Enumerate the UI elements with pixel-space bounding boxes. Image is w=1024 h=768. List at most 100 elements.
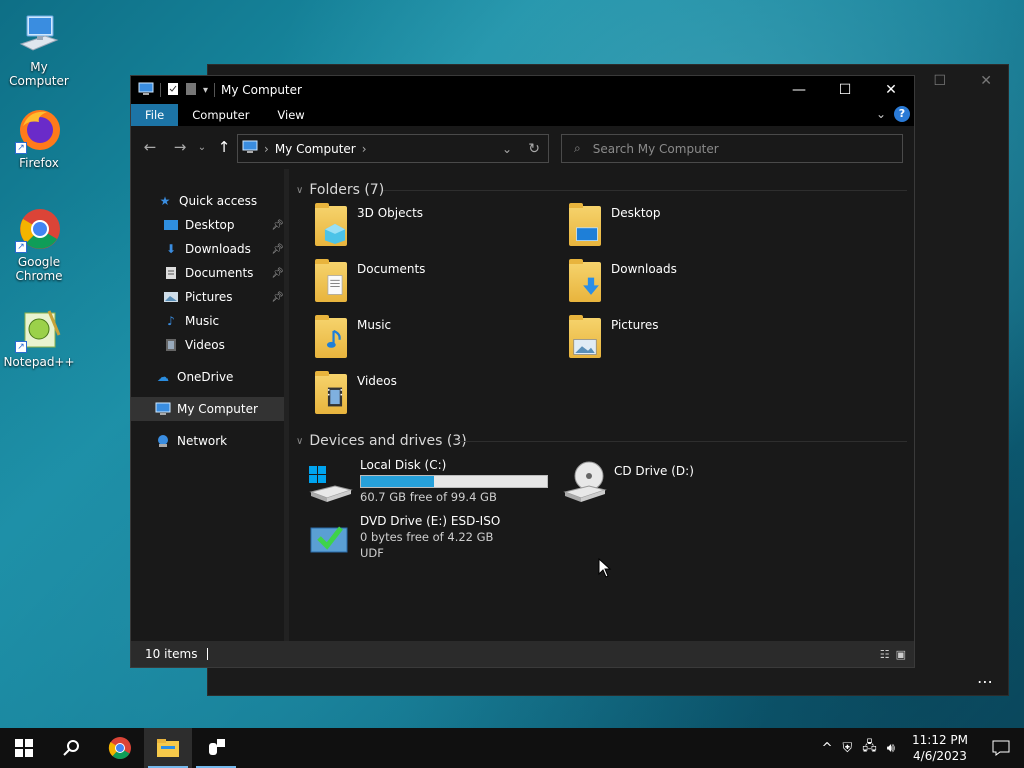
title-bar[interactable]: ▾ My Computer — ☐ ✕ bbox=[131, 76, 914, 104]
new-folder-icon[interactable] bbox=[185, 82, 197, 99]
chevron-down-icon: ∨ bbox=[296, 184, 304, 196]
document-icon bbox=[163, 265, 179, 281]
tab-file[interactable]: File bbox=[131, 104, 179, 126]
drive-usage-fill bbox=[361, 476, 434, 487]
sidebar-item-downloads[interactable]: ⬇ Downloads 📌︎ bbox=[131, 237, 288, 261]
back-arrow-icon[interactable]: ← bbox=[135, 138, 165, 156]
sidebar-item-videos[interactable]: Videos bbox=[131, 333, 288, 357]
voice-recorder-icon bbox=[209, 739, 225, 755]
chevron-right-icon[interactable]: › bbox=[264, 142, 269, 156]
search-icon: ⌕ bbox=[574, 141, 581, 155]
downloads-folder-icon bbox=[563, 258, 611, 306]
pin-icon[interactable]: 📌︎ bbox=[271, 268, 284, 279]
drive-dvd-e[interactable]: DVD Drive (E:) ESD-ISO 0 bytes free of 4… bbox=[307, 514, 500, 562]
expand-ribbon-icon[interactable]: ⌄ bbox=[876, 107, 886, 121]
taskbar-app[interactable] bbox=[192, 728, 240, 768]
sidebar-item-label: Documents bbox=[185, 266, 254, 280]
folder-videos[interactable]: Videos bbox=[309, 370, 397, 418]
group-header-label: Devices and drives (3) bbox=[309, 433, 467, 449]
desktop-icon-my-computer[interactable]: My Computer bbox=[1, 10, 77, 88]
sidebar-item-label: My Computer bbox=[177, 402, 258, 416]
drive-local-disk-c[interactable]: Local Disk (C:) 60.7 GB free of 99.4 GB bbox=[307, 458, 548, 506]
folder-label: Downloads bbox=[611, 262, 677, 276]
desktop-icon-firefox[interactable]: ↗ Firefox bbox=[1, 106, 77, 170]
security-icon[interactable]: ⛨ bbox=[843, 741, 853, 756]
folder-documents[interactable]: Documents bbox=[309, 258, 425, 306]
address-bar[interactable]: › My Computer › ⌄ ↻ bbox=[237, 134, 549, 163]
chevron-up-icon[interactable]: ^ bbox=[822, 741, 833, 756]
pictures-icon bbox=[163, 289, 179, 305]
details-view-icon[interactable]: ☷ bbox=[880, 648, 890, 661]
folder-pictures[interactable]: Pictures bbox=[563, 314, 659, 362]
sidebar-item-label: Downloads bbox=[185, 242, 251, 256]
notifications-button[interactable] bbox=[978, 728, 1024, 768]
search-icon bbox=[63, 740, 79, 756]
sidebar-item-music[interactable]: ♪ Music bbox=[131, 309, 288, 333]
folder-downloads[interactable]: Downloads bbox=[563, 258, 677, 306]
volume-icon[interactable]: 🔊︎ bbox=[887, 741, 895, 756]
sidebar-item-onedrive[interactable]: ☁ OneDrive bbox=[131, 365, 288, 389]
maximize-button[interactable]: ☐ bbox=[822, 76, 868, 104]
maximize-icon[interactable]: ☐ bbox=[933, 73, 946, 89]
taskbar-file-explorer[interactable] bbox=[144, 728, 192, 768]
sidebar-item-desktop[interactable]: Desktop 📌︎ bbox=[131, 213, 288, 237]
start-button[interactable] bbox=[0, 728, 48, 768]
sidebar-item-my-computer[interactable]: My Computer bbox=[131, 397, 284, 421]
maximize-icon: ☐ bbox=[838, 82, 852, 98]
folder-3d-objects[interactable]: 3D Objects bbox=[309, 202, 423, 250]
chrome-icon bbox=[108, 737, 131, 759]
taskbar-chrome[interactable] bbox=[96, 728, 144, 768]
sidebar-item-label: Network bbox=[177, 434, 228, 448]
chevron-right-icon[interactable]: › bbox=[362, 142, 367, 156]
sidebar-item-pictures[interactable]: Pictures 📌︎ bbox=[131, 285, 288, 309]
desktop-icon-google-chrome[interactable]: ↗ Google Chrome bbox=[1, 205, 77, 283]
tab-view[interactable]: View bbox=[263, 104, 318, 126]
search-box[interactable]: ⌕ Search My Computer bbox=[561, 134, 903, 163]
drive-cd-d[interactable]: CD Drive (D:) bbox=[561, 458, 694, 506]
computer-small-icon bbox=[138, 82, 154, 99]
close-icon[interactable]: ✕ bbox=[980, 73, 992, 89]
recent-locations-icon[interactable]: ⌄ bbox=[195, 142, 209, 153]
help-icon[interactable]: ? bbox=[894, 106, 910, 122]
large-icons-view-icon[interactable]: ▣ bbox=[896, 648, 906, 661]
sidebar-item-quick-access[interactable]: ★ Quick access bbox=[131, 189, 288, 213]
search-input[interactable]: Search My Computer bbox=[593, 142, 719, 156]
sidebar-item-network[interactable]: Network bbox=[131, 429, 288, 453]
drive-label: DVD Drive (E:) ESD-ISO bbox=[360, 514, 501, 528]
properties-icon[interactable] bbox=[167, 82, 179, 99]
breadcrumb[interactable]: My Computer bbox=[275, 142, 356, 156]
pin-icon[interactable]: 📌︎ bbox=[271, 220, 284, 231]
folders-group-header[interactable]: ∨ Folders (7) bbox=[296, 182, 384, 198]
close-button[interactable]: ✕ bbox=[868, 76, 914, 104]
item-count: 10 items bbox=[145, 647, 198, 661]
forward-arrow-icon[interactable]: → bbox=[165, 138, 195, 156]
star-icon: ★ bbox=[159, 194, 171, 208]
separator bbox=[214, 83, 216, 97]
chevron-down-icon[interactable]: ⌄ bbox=[502, 142, 512, 156]
3d-objects-folder-icon bbox=[309, 202, 357, 250]
navigation-pane: ★ Quick access Desktop 📌︎ ⬇ Downloads 📌︎… bbox=[131, 169, 289, 643]
search-button[interactable] bbox=[48, 728, 96, 768]
pin-icon[interactable]: 📌︎ bbox=[271, 244, 284, 255]
sidebar-item-documents[interactable]: Documents 📌︎ bbox=[131, 261, 288, 285]
more-options-icon[interactable]: ⋯ bbox=[977, 672, 994, 691]
desktop-icon-notepad-plus-plus[interactable]: ↗ Notepad++ bbox=[1, 305, 77, 369]
devices-group-header[interactable]: ∨ Devices and drives (3) bbox=[296, 433, 467, 449]
folder-music[interactable]: Music bbox=[309, 314, 391, 362]
desktop-icon-label: Notepad++ bbox=[3, 355, 75, 369]
folder-desktop[interactable]: Desktop bbox=[563, 202, 661, 250]
network-icon[interactable]: 🖧︎ bbox=[862, 737, 877, 759]
desktop-icon-label: Google Chrome bbox=[15, 255, 63, 283]
refresh-icon[interactable]: ↻ bbox=[528, 141, 540, 157]
hard-drive-icon bbox=[307, 458, 355, 506]
download-arrow-icon: ⬇ bbox=[165, 242, 177, 256]
documents-folder-icon bbox=[309, 258, 357, 306]
customize-quick-access-icon[interactable]: ▾ bbox=[203, 85, 208, 96]
tab-computer[interactable]: Computer bbox=[178, 104, 263, 126]
drive-free-space: 60.7 GB free of 99.4 GB bbox=[360, 490, 497, 504]
shortcut-arrow-icon: ↗ bbox=[15, 341, 27, 353]
up-arrow-icon[interactable]: ↑ bbox=[209, 138, 239, 156]
minimize-button[interactable]: — bbox=[776, 76, 822, 104]
clock[interactable]: 11:12 PM 4/6/2023 bbox=[912, 732, 968, 764]
pin-icon[interactable]: 📌︎ bbox=[271, 292, 284, 303]
